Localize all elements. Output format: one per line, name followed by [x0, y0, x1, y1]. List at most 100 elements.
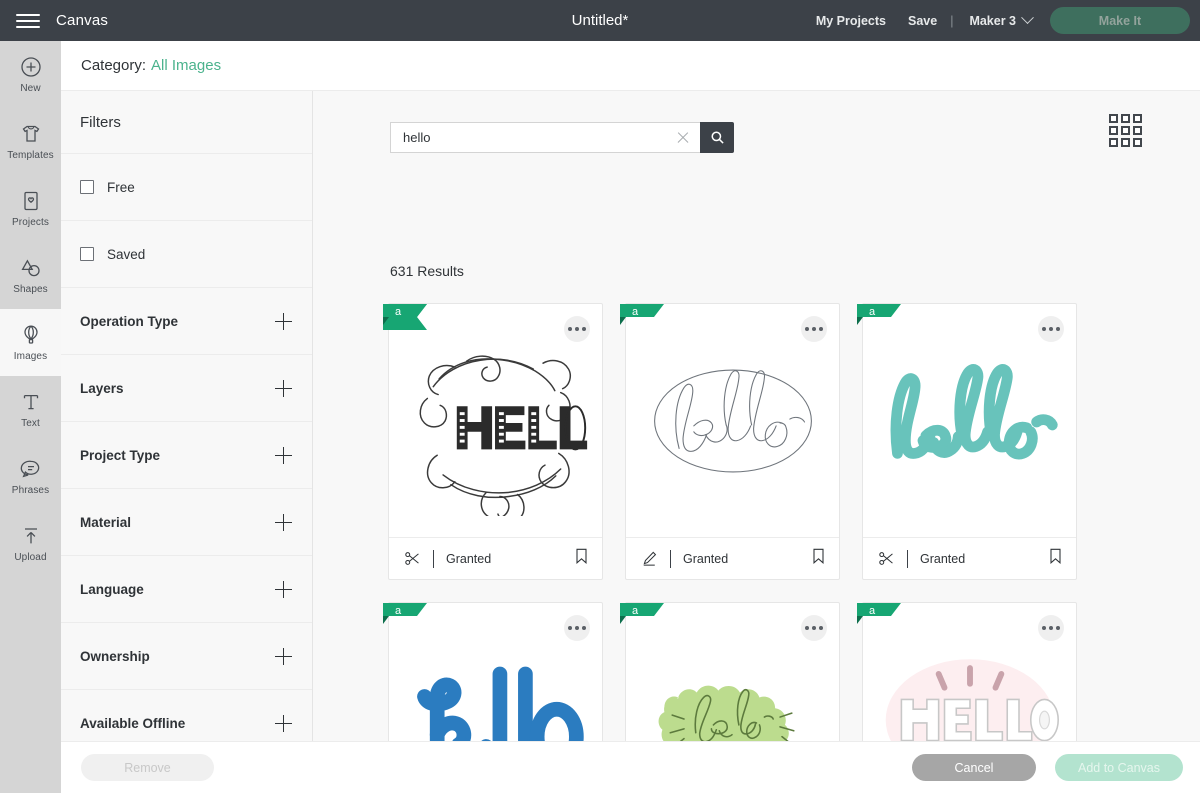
sidebar-item-phrases[interactable]: Phrases [0, 443, 61, 510]
filter-checkbox-free[interactable]: Free [61, 153, 312, 220]
image-card[interactable]: a Granted [620, 602, 840, 741]
kebab-menu-icon[interactable] [564, 615, 590, 641]
chevron-down-icon [1021, 11, 1034, 25]
grid-cell [1121, 138, 1130, 147]
category-value-link[interactable]: All Images [151, 57, 221, 74]
checkbox-icon[interactable] [80, 180, 94, 194]
image-card[interactable]: a Granted [857, 602, 1077, 741]
sidebar-item-projects[interactable]: Projects [0, 175, 61, 242]
sidebar-item-label: Images [13, 351, 48, 362]
image-results-grid: a Granted a Granted a Granted a a a [383, 303, 1188, 741]
filter-group-ownership[interactable]: Ownership [61, 622, 312, 689]
machine-selector[interactable]: Maker 3 [955, 11, 1044, 28]
plus-icon[interactable] [275, 513, 292, 531]
svg-text:a: a [632, 306, 639, 318]
filter-group-layers[interactable]: Layers [61, 354, 312, 421]
grid-cell [1109, 126, 1118, 135]
hello-thin-script-oval-art [653, 369, 812, 472]
hello-teal-brush-script-art [890, 363, 1058, 459]
add-to-canvas-button[interactable]: Add to Canvas [1055, 754, 1183, 781]
kebab-menu-icon[interactable] [564, 316, 590, 342]
top-bar: Canvas Untitled* My Projects Save | Make… [0, 0, 1200, 41]
grid-cell [1121, 114, 1130, 123]
results-panel: 631 Results [313, 91, 1200, 741]
svg-text:a: a [632, 605, 639, 617]
my-projects-link[interactable]: My Projects [805, 14, 897, 28]
grid-cell [1133, 114, 1142, 123]
shapes-icon [20, 259, 40, 277]
cancel-button[interactable]: Cancel [912, 754, 1036, 781]
sidebar-item-text[interactable]: Text [0, 376, 61, 443]
bottom-action-bar: Remove Cancel Add to Canvas [61, 741, 1200, 793]
scissors-icon [402, 550, 422, 567]
image-card[interactable]: a Granted [620, 303, 840, 580]
image-card-footer: Granted [626, 537, 839, 579]
access-a-icon: a [857, 304, 901, 325]
remove-button[interactable]: Remove [81, 754, 214, 781]
filter-group-operation-type[interactable]: Operation Type [61, 287, 312, 354]
plus-icon[interactable] [275, 647, 292, 665]
plus-icon[interactable] [275, 312, 292, 330]
grid-cell [1133, 138, 1142, 147]
toolbar-divider: | [950, 13, 954, 28]
filter-label: Free [107, 179, 135, 195]
scissors-icon [876, 550, 896, 567]
search-input[interactable] [403, 130, 674, 145]
filter-group-label: Project Type [80, 447, 161, 463]
kebab-menu-icon[interactable] [1038, 615, 1064, 641]
hamburger-menu-icon[interactable] [0, 0, 56, 41]
image-card[interactable]: a Granted [383, 303, 603, 580]
bookmark-icon[interactable] [811, 547, 826, 570]
kebab-menu-icon[interactable] [1038, 316, 1064, 342]
bookmark-icon[interactable] [1048, 547, 1063, 570]
filter-group-available-offline[interactable]: Available Offline [61, 689, 312, 741]
bookmark-icon[interactable] [574, 547, 589, 570]
license-status: Granted [920, 551, 966, 566]
filter-checkbox-saved[interactable]: Saved [61, 220, 312, 287]
top-bar-actions: My Projects Save | Maker 3 Make It [805, 7, 1200, 34]
plus-icon[interactable] [275, 714, 292, 732]
svg-text:a: a [395, 605, 402, 617]
close-x-icon[interactable] [674, 129, 692, 147]
access-a-icon: a [383, 304, 427, 330]
speech-bubble-icon [20, 460, 39, 478]
search-box[interactable] [390, 122, 700, 153]
access-a-icon: a [383, 603, 427, 624]
pen-draw-icon [639, 550, 659, 567]
grid-view-toggle[interactable] [1109, 114, 1142, 147]
sidebar-item-upload[interactable]: Upload [0, 510, 61, 577]
image-card[interactable]: a Granted [383, 602, 603, 741]
image-card[interactable]: a Granted [857, 303, 1077, 580]
sidebar-item-images[interactable]: Images [0, 309, 61, 376]
sidebar-item-shapes[interactable]: Shapes [0, 242, 61, 309]
hello-green-badge-script-art [658, 685, 795, 741]
sidebar-item-new[interactable]: New [0, 41, 61, 108]
kebab-menu-icon[interactable] [801, 316, 827, 342]
access-a-icon: a [857, 603, 901, 624]
grid-cell [1109, 138, 1118, 147]
checkbox-icon[interactable] [80, 247, 94, 261]
plus-circle-icon [20, 57, 41, 77]
filter-group-label: Operation Type [80, 313, 179, 329]
footer-divider [433, 549, 434, 568]
access-a-icon: a [620, 304, 664, 325]
plus-icon[interactable] [275, 580, 292, 598]
svg-text:a: a [395, 306, 402, 318]
search-button[interactable] [700, 122, 734, 153]
tshirt-icon [22, 125, 39, 142]
make-it-button[interactable]: Make It [1050, 7, 1190, 34]
filter-group-project-type[interactable]: Project Type [61, 421, 312, 488]
sidebar-item-templates[interactable]: Templates [0, 108, 61, 175]
svg-text:a: a [869, 306, 876, 318]
filter-group-material[interactable]: Material [61, 488, 312, 555]
plus-icon[interactable] [275, 446, 292, 464]
filter-group-label: Available Offline [80, 715, 186, 731]
kebab-menu-icon[interactable] [801, 615, 827, 641]
filter-group-label: Language [80, 581, 144, 597]
filter-group-language[interactable]: Language [61, 555, 312, 622]
save-button[interactable]: Save [897, 14, 948, 28]
footer-divider [907, 549, 908, 568]
results-row: a Granted [383, 303, 1188, 580]
machine-name: Maker 3 [969, 13, 1016, 28]
plus-icon[interactable] [275, 379, 292, 397]
